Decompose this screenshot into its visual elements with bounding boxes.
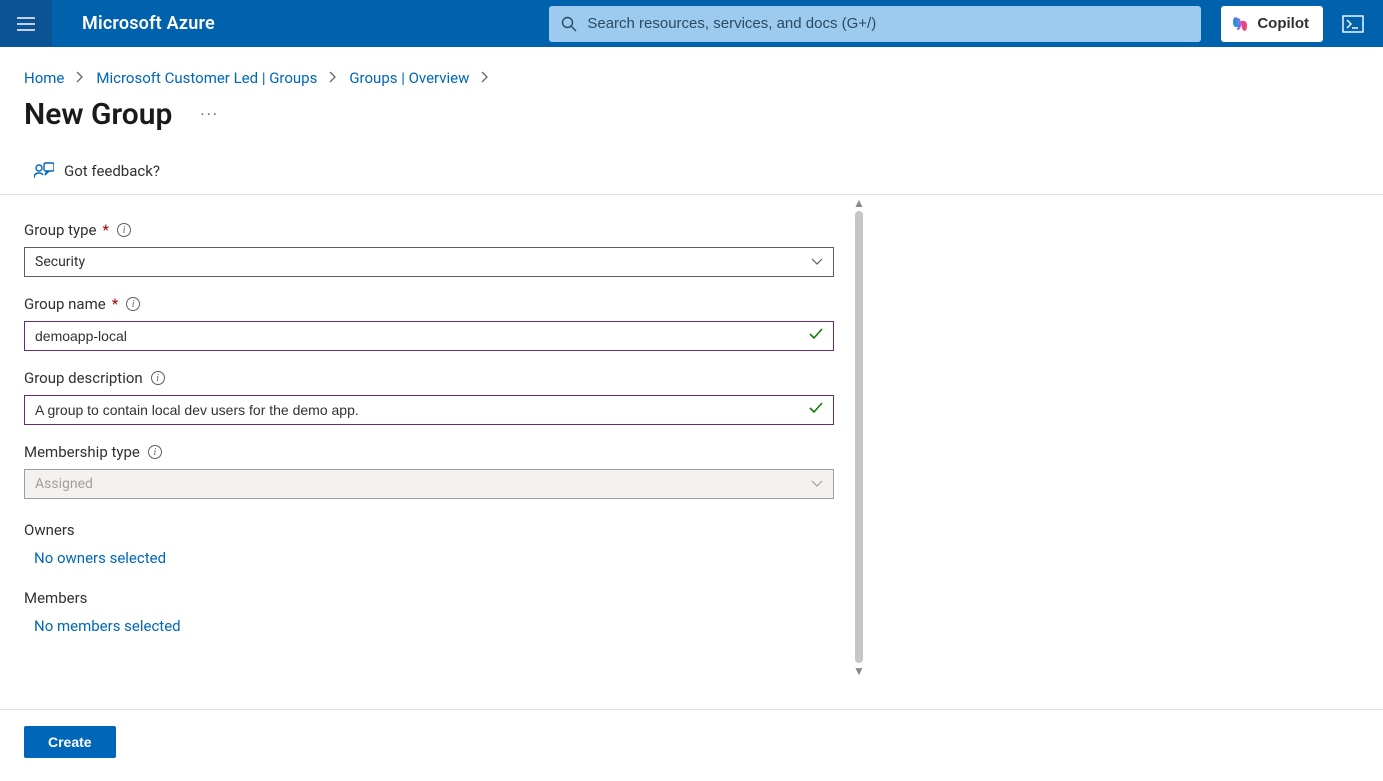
page-title: New Group: [24, 97, 172, 132]
chevron-down-icon: [811, 254, 823, 270]
members-select-link[interactable]: No members selected: [24, 607, 834, 635]
more-actions-button[interactable]: ···: [200, 105, 219, 124]
chevron-right-icon: [481, 69, 489, 87]
info-icon[interactable]: i: [148, 445, 162, 459]
group-type-value: Security: [35, 254, 85, 270]
owners-select-link[interactable]: No owners selected: [24, 539, 834, 567]
group-description-label-row: Group description i: [24, 369, 834, 387]
menu-toggle[interactable]: [0, 0, 52, 47]
breadcrumb-tenant-groups[interactable]: Microsoft Customer Led | Groups: [96, 69, 317, 87]
scrollbar[interactable]: ▲ ▼: [853, 197, 865, 677]
breadcrumb: Home Microsoft Customer Led | Groups Gro…: [0, 47, 1383, 87]
scroll-track[interactable]: [855, 211, 863, 663]
copilot-label: Copilot: [1257, 15, 1309, 32]
cloud-shell-icon: [1342, 15, 1364, 33]
chevron-down-icon: [811, 476, 823, 492]
owners-label: Owners: [24, 521, 834, 539]
search-input[interactable]: [587, 15, 1189, 32]
membership-type-label-row: Membership type i: [24, 443, 834, 461]
info-icon[interactable]: i: [126, 297, 140, 311]
copilot-icon: [1231, 15, 1249, 33]
breadcrumb-groups-overview[interactable]: Groups | Overview: [349, 69, 469, 87]
required-indicator: *: [112, 295, 118, 313]
checkmark-icon: [809, 328, 823, 344]
group-description-label: Group description: [24, 369, 143, 387]
membership-type-value: Assigned: [35, 476, 93, 492]
create-button[interactable]: Create: [24, 726, 116, 758]
feedback-icon: [34, 162, 54, 180]
product-name: Microsoft Azure: [82, 13, 215, 34]
group-type-label: Group type: [24, 221, 97, 239]
info-icon[interactable]: i: [151, 371, 165, 385]
page-title-row: New Group ···: [0, 87, 1383, 132]
info-icon[interactable]: i: [117, 223, 131, 237]
group-description-input-wrapper: [24, 395, 834, 425]
top-header: Microsoft Azure Copilot: [0, 0, 1383, 47]
group-description-input[interactable]: [35, 402, 823, 418]
chevron-right-icon: [329, 69, 337, 87]
global-search[interactable]: [549, 6, 1201, 42]
scroll-down-arrow-icon: ▼: [853, 665, 865, 677]
chevron-right-icon: [76, 69, 84, 87]
group-name-input[interactable]: [35, 328, 823, 344]
form-region: ▲ ▼ Group type * i Security Group name *…: [0, 195, 1383, 635]
membership-type-label: Membership type: [24, 443, 140, 461]
feedback-button[interactable]: Got feedback?: [0, 132, 1383, 195]
group-name-label: Group name: [24, 295, 106, 313]
search-icon: [561, 16, 577, 32]
group-name-input-wrapper: [24, 321, 834, 351]
cloud-shell-button[interactable]: [1329, 0, 1377, 47]
copilot-button[interactable]: Copilot: [1221, 6, 1323, 42]
breadcrumb-home[interactable]: Home: [24, 69, 64, 87]
required-indicator: *: [103, 221, 109, 239]
feedback-label: Got feedback?: [64, 162, 160, 180]
members-label: Members: [24, 589, 834, 607]
checkmark-icon: [809, 402, 823, 418]
hamburger-icon: [17, 17, 35, 31]
footer-bar: Create: [0, 709, 1383, 774]
group-type-label-row: Group type * i: [24, 221, 834, 239]
group-name-label-row: Group name * i: [24, 295, 834, 313]
scroll-up-arrow-icon: ▲: [853, 197, 865, 209]
group-type-select[interactable]: Security: [24, 247, 834, 277]
membership-type-select: Assigned: [24, 469, 834, 499]
